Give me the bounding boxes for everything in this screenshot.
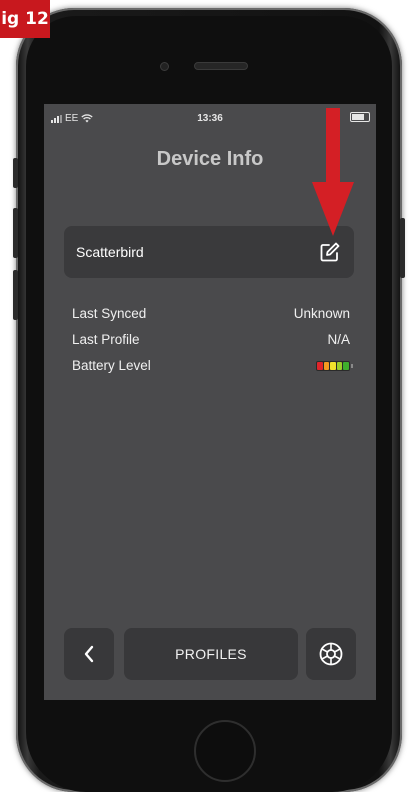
back-button[interactable] (64, 628, 114, 680)
info-label: Last Profile (72, 332, 140, 347)
info-row-last-synced: Last Synced Unknown (72, 306, 350, 324)
earpiece-speaker (194, 62, 248, 70)
mute-switch (13, 158, 18, 188)
device-name: Scatterbird (76, 244, 144, 260)
device-name-card[interactable]: Scatterbird (64, 226, 354, 278)
info-row-battery-level: Battery Level (72, 358, 353, 376)
gear-icon (319, 642, 343, 666)
info-row-last-profile: Last Profile N/A (72, 332, 350, 350)
battery-segment (317, 362, 323, 370)
battery-segment (336, 362, 343, 370)
settings-button[interactable] (306, 628, 356, 680)
profiles-button[interactable]: PROFILES (124, 628, 298, 680)
home-button[interactable] (194, 720, 256, 782)
annotation-arrow-icon (312, 108, 354, 236)
info-label: Battery Level (72, 358, 151, 373)
battery-segment (343, 362, 349, 370)
volume-up-button (13, 208, 18, 258)
front-camera (160, 62, 169, 71)
battery-segment (330, 362, 336, 370)
profiles-label: PROFILES (175, 646, 247, 662)
chevron-left-icon (84, 645, 94, 663)
edit-icon[interactable] (318, 240, 342, 264)
info-value: Unknown (293, 306, 350, 321)
volume-down-button (13, 270, 18, 320)
power-button (400, 218, 405, 278)
info-value: N/A (327, 332, 350, 347)
battery-segment (323, 362, 330, 370)
info-label: Last Synced (72, 306, 147, 321)
figure-label: ig 12 (0, 0, 50, 38)
battery-level-indicator (316, 361, 353, 371)
